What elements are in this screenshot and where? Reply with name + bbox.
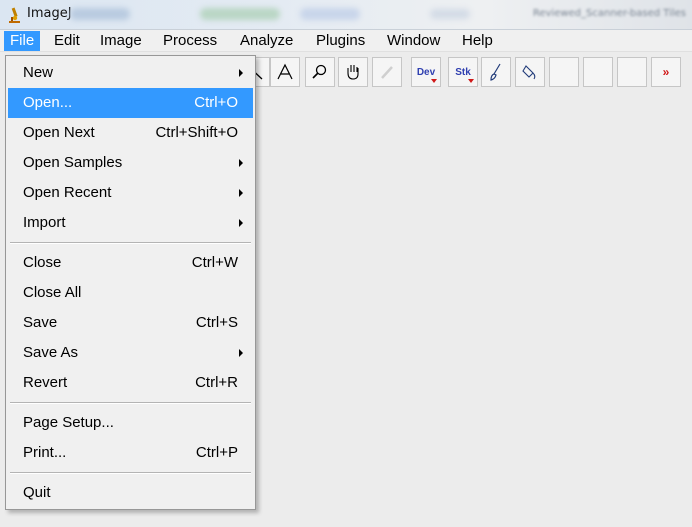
- menu-item-label: Import: [23, 214, 66, 231]
- menu-separator: [10, 472, 251, 474]
- window-title: ImageJ: [27, 6, 72, 21]
- menu-item-label: Open Next: [23, 124, 95, 141]
- magnifier-tool-button[interactable]: [305, 57, 335, 87]
- empty-tool-slot[interactable]: [617, 57, 647, 87]
- menu-item-label: Close All: [23, 284, 82, 301]
- menu-item-shortcut: Ctrl+P: [195, 444, 238, 461]
- dev-menu-icon: Dev: [416, 66, 436, 78]
- menu-item-shortcut: Ctrl+S: [195, 314, 238, 331]
- microscope-icon: [6, 6, 22, 24]
- submenu-arrow-icon: [239, 159, 243, 167]
- file-menu-dropdown: New Open... Ctrl+O Open Next Ctrl+Shift+…: [5, 55, 256, 510]
- menu-item-shortcut: Ctrl+R: [195, 374, 238, 391]
- brush-icon: [486, 62, 506, 82]
- menu-item-label: Revert: [23, 374, 68, 391]
- menu-item-close-all[interactable]: Close All: [8, 278, 253, 308]
- more-tools-icon: »: [662, 65, 670, 79]
- menu-item-label: Open Recent: [23, 184, 112, 201]
- dropdown-indicator-icon: [431, 79, 437, 83]
- flood-fill-tool-button[interactable]: [515, 57, 545, 87]
- menu-bar: File Edit Image Process Analyze Plugins …: [0, 30, 692, 52]
- menu-item-open-samples[interactable]: Open Samples: [8, 148, 253, 178]
- menu-item-shortcut: Ctrl+W: [191, 254, 238, 271]
- menu-item-label: Open...: [23, 94, 73, 111]
- more-tools-button[interactable]: »: [651, 57, 681, 87]
- menu-item-print[interactable]: Print... Ctrl+P: [8, 438, 253, 468]
- document-title-blurred: Reviewed_Scanner-based Tiles: [532, 8, 686, 19]
- menu-item-label: Quit: [23, 484, 51, 501]
- magnifier-icon: [310, 62, 330, 82]
- blurred-title-region: [70, 8, 130, 20]
- menu-item-label: New: [23, 64, 54, 81]
- submenu-arrow-icon: [239, 69, 243, 77]
- scroll-tool-button[interactable]: [338, 57, 368, 87]
- brush-tool-button[interactable]: [481, 57, 511, 87]
- menu-edit[interactable]: Edit: [48, 31, 86, 51]
- menu-item-label: Save: [23, 314, 58, 331]
- menu-item-import[interactable]: Import: [8, 208, 253, 238]
- menu-item-shortcut: Ctrl+Shift+O: [155, 124, 238, 141]
- menu-item-label: Open Samples: [23, 154, 123, 171]
- menu-item-label: Save As: [23, 344, 79, 361]
- dropdown-indicator-icon: [468, 79, 474, 83]
- submenu-arrow-icon: [239, 189, 243, 197]
- menu-item-page-setup[interactable]: Page Setup...: [8, 408, 253, 438]
- color-picker-icon: [377, 62, 397, 82]
- dev-menu-button[interactable]: Dev: [411, 57, 441, 87]
- menu-item-shortcut: Ctrl+O: [194, 94, 238, 111]
- text-tool-icon: [275, 62, 295, 82]
- empty-tool-slot[interactable]: [549, 57, 579, 87]
- blurred-title-region: [300, 8, 360, 20]
- menu-window[interactable]: Window: [381, 31, 446, 51]
- stk-menu-button[interactable]: Stk: [448, 57, 478, 87]
- blurred-title-region: [200, 8, 280, 20]
- menu-plugins[interactable]: Plugins: [310, 31, 371, 51]
- blurred-title-region: [430, 9, 470, 19]
- empty-tool-slot[interactable]: [583, 57, 613, 87]
- menu-help[interactable]: Help: [456, 31, 499, 51]
- menu-item-open[interactable]: Open... Ctrl+O: [8, 88, 253, 118]
- submenu-arrow-icon: [239, 219, 243, 227]
- menu-file[interactable]: File: [4, 31, 41, 51]
- title-bar: ImageJ Reviewed_Scanner-based Tiles: [0, 0, 692, 30]
- menu-process[interactable]: Process: [157, 31, 223, 51]
- menu-item-label: Close: [23, 254, 62, 271]
- color-picker-tool-button[interactable]: [372, 57, 402, 87]
- stk-menu-icon: Stk: [455, 66, 471, 78]
- text-tool-button[interactable]: [270, 57, 300, 87]
- menu-item-close[interactable]: Close Ctrl+W: [8, 248, 253, 278]
- submenu-arrow-icon: [239, 349, 243, 357]
- menu-image[interactable]: Image: [94, 31, 148, 51]
- menu-item-label: Print...: [23, 444, 67, 461]
- menu-item-save[interactable]: Save Ctrl+S: [8, 308, 253, 338]
- menu-item-label: Page Setup...: [23, 414, 114, 431]
- menu-analyze[interactable]: Analyze: [234, 31, 299, 51]
- flood-fill-icon: [520, 62, 540, 82]
- menu-item-save-as[interactable]: Save As: [8, 338, 253, 368]
- menu-item-new[interactable]: New: [8, 58, 253, 88]
- hand-scroll-icon: [343, 62, 363, 82]
- menu-item-quit[interactable]: Quit: [8, 478, 253, 508]
- menu-separator: [10, 402, 251, 404]
- menu-item-revert[interactable]: Revert Ctrl+R: [8, 368, 253, 398]
- menu-separator: [10, 242, 251, 244]
- menu-item-open-next[interactable]: Open Next Ctrl+Shift+O: [8, 118, 253, 148]
- menu-item-open-recent[interactable]: Open Recent: [8, 178, 253, 208]
